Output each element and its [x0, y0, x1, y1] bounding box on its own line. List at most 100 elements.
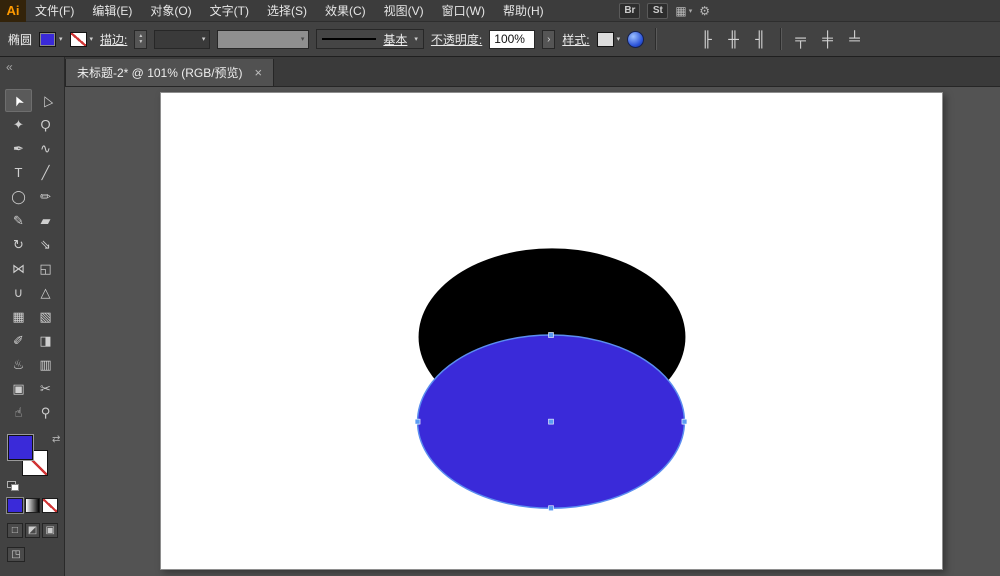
slice-tool[interactable]: ✂ — [32, 377, 59, 400]
swap-fill-stroke-icon[interactable]: ⇄ — [52, 434, 60, 445]
zoom-tool[interactable]: ⚲ — [32, 401, 59, 424]
stroke-weight-stepper[interactable]: ▲ ▼ — [134, 29, 148, 49]
hand-tool[interactable]: ☝ — [5, 401, 32, 424]
chevron-down-icon: ▾ — [201, 36, 206, 43]
pencil-tool[interactable]: ✎ — [5, 209, 32, 232]
canvas-pasteboard[interactable] — [65, 87, 1000, 576]
stroke-weight-label[interactable]: 描边: — [100, 31, 127, 48]
align-bottom-icon[interactable]: ╧ — [843, 29, 866, 50]
fill-swatch-indicator[interactable] — [7, 434, 34, 461]
screen-mode-row: ◳ — [7, 547, 58, 562]
stroke-color-control[interactable]: ▾ — [69, 31, 94, 47]
paintbrush-tool[interactable]: ✏ — [32, 185, 59, 208]
blend-tool[interactable]: ◨ — [32, 329, 59, 352]
illustrator-app: Ai 文件(F) 编辑(E) 对象(O) 文字(T) 选择(S) 效果(C) 视图(V) 窗口… — [0, 0, 1000, 576]
fill-color-control[interactable]: ▾ — [39, 31, 63, 47]
graphic-style-swatch[interactable] — [596, 31, 614, 47]
app-logo-icon[interactable]: Ai — [0, 0, 26, 22]
lasso-tool[interactable]: Ϙ — [32, 113, 59, 136]
anchor-point[interactable] — [548, 505, 554, 512]
bridge-button[interactable]: Br — [619, 2, 641, 19]
tools-panel: « ➤ ▷ ✦ Ϙ ✒ ∿ T ╱ ◯ ✏ ✎ ▰ ↻ ⇘ ⋈ ◱ ∪ △ ▦ ▧ ✐ ◨ ♨ ▥ ▣ ✂ ☝ ⚲ ⇄ □ ◩ ▣ ◳ — [0, 57, 65, 576]
align-center-horizontal-icon[interactable]: ╫ — [722, 29, 745, 50]
none-button[interactable] — [42, 498, 59, 513]
stepper-down-icon[interactable]: ▼ — [138, 39, 143, 45]
menu-item-视图(V)[interactable]: 视图(V) — [375, 0, 433, 22]
fill-color-swatch[interactable] — [39, 31, 57, 47]
eyedropper-tool[interactable]: ✐ — [5, 329, 32, 352]
eraser-tool[interactable]: ▰ — [32, 209, 59, 232]
direct-selection-tool[interactable]: ▷ — [32, 89, 59, 112]
document-tab-title: 未标题-2* @ 101% (RGB/预览) — [77, 66, 243, 80]
tab-close-icon[interactable]: × — [255, 65, 263, 80]
opacity-value: 100% — [494, 32, 525, 46]
type-tool[interactable]: T — [5, 161, 32, 184]
artboard-tool[interactable]: ▣ — [5, 377, 32, 400]
tools-grid: ➤ ▷ ✦ Ϙ ✒ ∿ T ╱ ◯ ✏ ✎ ▰ ↻ ⇘ ⋈ ◱ ∪ △ ▦ ▧ ✐ ◨ ♨ ▥ ▣ ✂ ☝ ⚲ — [0, 87, 64, 424]
anchor-point[interactable] — [548, 418, 554, 425]
menu-item-文件(F)[interactable]: 文件(F) — [26, 0, 83, 22]
anchor-point[interactable] — [414, 418, 421, 425]
style-label[interactable]: 样式: — [562, 31, 589, 48]
stock-button[interactable]: St — [647, 2, 669, 19]
menu-item-对象(O)[interactable]: 对象(O) — [141, 0, 200, 22]
stroke-none-swatch[interactable] — [69, 31, 87, 47]
menu-item-选择(S)[interactable]: 选择(S) — [258, 0, 316, 22]
scale-tool[interactable]: ⇘ — [32, 233, 59, 256]
graphic-style-control[interactable]: ▾ — [596, 31, 620, 47]
menubar-right-icons: Br St ▦ ▾ ⚙ — [619, 2, 1000, 19]
mesh-tool[interactable]: ▦ — [5, 305, 32, 328]
column-graph-tool[interactable]: ▥ — [32, 353, 59, 376]
tools-panel-header: « — [0, 57, 64, 87]
gradient-tool[interactable]: ▧ — [32, 305, 59, 328]
anchor-point[interactable] — [681, 418, 688, 425]
default-fill-stroke-icon[interactable] — [7, 481, 19, 491]
color-globe-icon[interactable] — [627, 30, 645, 48]
stroke-weight-combo[interactable]: ▾ — [154, 29, 211, 49]
align-middle-vertical-icon[interactable]: ╪ — [816, 29, 839, 50]
width-tool[interactable]: ⋈ — [5, 257, 32, 280]
artboard[interactable] — [160, 92, 943, 570]
menu-item-效果(C)[interactable]: 效果(C) — [316, 0, 375, 22]
magic-wand-tool[interactable]: ✦ — [5, 113, 32, 136]
divider — [780, 28, 782, 50]
menu-item-编辑(E)[interactable]: 编辑(E) — [83, 0, 141, 22]
stroke-preview-line — [322, 38, 377, 40]
gradient-button[interactable] — [24, 498, 41, 513]
menu-item-文字(T)[interactable]: 文字(T) — [201, 0, 258, 22]
opacity-input[interactable]: 100% — [489, 29, 536, 49]
draw-inside-button[interactable]: ▣ — [42, 523, 59, 538]
pen-tool[interactable]: ✒ — [5, 137, 32, 160]
opacity-flyout-button[interactable]: › — [542, 29, 556, 49]
opacity-label[interactable]: 不透明度: — [431, 31, 482, 48]
ellipse-tool[interactable]: ◯ — [5, 185, 32, 208]
align-right-icon[interactable]: ╢ — [749, 29, 772, 50]
color-mode-row — [7, 498, 59, 514]
line-segment-tool[interactable]: ╱ — [32, 161, 59, 184]
align-top-icon[interactable]: ╤ — [789, 29, 812, 50]
anchor-point[interactable] — [548, 332, 554, 338]
free-transform-tool[interactable]: ◱ — [32, 257, 59, 280]
document-tab[interactable]: 未标题-2* @ 101% (RGB/预览) × — [65, 59, 275, 86]
selection-tool[interactable]: ➤ — [5, 89, 32, 112]
draw-normal-button[interactable]: □ — [7, 523, 23, 538]
context-label: 椭圆 — [8, 32, 33, 47]
perspective-grid-tool[interactable]: △ — [32, 281, 59, 304]
power-icon[interactable]: ⚙ — [699, 4, 710, 18]
menu-item-窗口(W)[interactable]: 窗口(W) — [433, 0, 494, 22]
stroke-style-combo[interactable]: 基本 ▾ — [316, 29, 424, 49]
arrange-documents-icon[interactable]: ▦ ▾ — [675, 4, 692, 18]
collapse-toolbar-icon[interactable]: « — [6, 60, 13, 74]
menu-item-帮助(H)[interactable]: 帮助(H) — [494, 0, 553, 22]
draw-behind-button[interactable]: ◩ — [24, 523, 41, 538]
rotate-tool[interactable]: ↻ — [5, 233, 32, 256]
brush-definition-combo[interactable]: ▾ — [217, 29, 310, 49]
shape-builder-tool[interactable]: ∪ — [5, 281, 32, 304]
symbol-sprayer-tool[interactable]: ♨ — [5, 353, 32, 376]
chevron-down-icon[interactable]: ▾ — [59, 35, 63, 43]
chevron-down-icon[interactable]: ▾ — [90, 35, 94, 43]
color-button[interactable] — [7, 498, 23, 513]
screen-mode-button[interactable]: ◳ — [7, 547, 25, 562]
align-left-icon[interactable]: ╟ — [695, 29, 718, 50]
curvature-tool[interactable]: ∿ — [32, 137, 59, 160]
